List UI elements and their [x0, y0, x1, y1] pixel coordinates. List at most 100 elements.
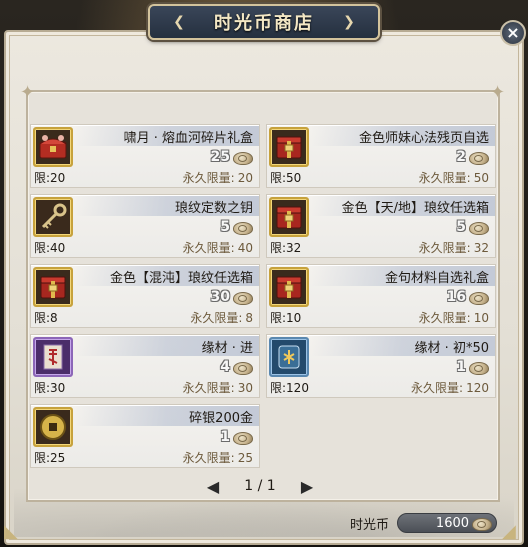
item-permanent-limit: 永久限量: 20 [183, 169, 253, 186]
item-price-value: 4 [220, 359, 230, 375]
prev-page-button[interactable]: ◀ [205, 477, 221, 496]
time-coin-icon [469, 290, 489, 305]
permanent-limit-value: 120 [466, 381, 489, 395]
shop-item[interactable]: 金色师妹心法残页自选 2 限:50 永久限量: 50 [266, 124, 496, 188]
item-price-value: 2 [456, 149, 466, 165]
item-price: 4 [220, 357, 253, 377]
shop-item[interactable]: 缘材 · 初*50 1 限:120 永久限量: 120 [266, 334, 496, 398]
close-button[interactable]: × [500, 20, 526, 46]
permanent-limit-label: 永久限量: [182, 241, 235, 255]
item-limit: 限:50 [270, 171, 302, 185]
shop-item[interactable]: 琅纹定数之钥 5 限:40 永久限量: 40 [30, 194, 260, 258]
permanent-limit-label: 永久限量: [182, 381, 235, 395]
title-banner: ❮ 时光币商店 ❯ [148, 0, 380, 44]
currency-value: 1600 [435, 515, 470, 531]
currency-balance: 时光币 1600 [350, 512, 498, 534]
item-name: 缘材 · 初*50 [414, 341, 489, 356]
item-price-value: 5 [220, 219, 230, 235]
item-price-value: 1 [456, 359, 466, 375]
permanent-limit-label: 永久限量: [411, 381, 464, 395]
permanent-limit-value: 30 [237, 381, 253, 395]
shop-item[interactable]: 金色【混沌】琅纹任选箱 30 限:8 永久限量: 8 [30, 264, 260, 328]
permanent-limit-label: 永久限量: [190, 311, 243, 325]
permanent-limit-label: 永久限量: [182, 171, 235, 185]
currency-bar: 1600 [397, 513, 498, 533]
time-coin-icon [469, 220, 489, 235]
item-permanent-limit: 永久限量: 32 [419, 239, 489, 256]
shop-item[interactable]: 啸月 · 熔血河碎片礼盒 25 限:20 永久限量: 20 [30, 124, 260, 188]
item-price-value: 16 [446, 289, 466, 305]
item-price: 2 [456, 147, 489, 167]
item-price-value: 1 [220, 429, 230, 445]
item-price-value: 25 [210, 149, 230, 165]
time-coin-icon [469, 360, 489, 375]
permanent-limit-value: 50 [473, 171, 489, 185]
red-chest-icon[interactable] [33, 127, 73, 167]
title-ornament-right-icon: ❯ [343, 14, 355, 30]
time-coin-icon [233, 290, 253, 305]
item-limit: 限:32 [270, 241, 302, 255]
permanent-limit-label: 永久限量: [418, 311, 471, 325]
permanent-limit-value: 20 [237, 171, 253, 185]
item-name: 琅纹定数之钥 [174, 201, 253, 216]
pagination: ◀ 1 / 1 ▶ [205, 476, 315, 496]
corner-ornament-icon: ✦ [490, 82, 506, 103]
title-ornament-left-icon: ❮ [173, 14, 185, 30]
item-name: 金色【天/地】琅纹任选箱 [341, 201, 489, 216]
item-limit: 限:30 [34, 381, 66, 395]
item-price: 16 [447, 287, 489, 307]
red-box-icon[interactable] [269, 127, 309, 167]
shop-item[interactable]: 金色【天/地】琅纹任选箱 5 限:32 永久限量: 32 [266, 194, 496, 258]
permanent-limit-label: 永久限量: [418, 241, 471, 255]
item-limit: 限:120 [270, 381, 309, 395]
item-price: 5 [220, 217, 253, 237]
permanent-limit-value: 32 [473, 241, 489, 255]
item-limit: 限:25 [34, 451, 66, 465]
close-icon: × [506, 23, 520, 42]
fan-ornament-icon: ◣ [4, 521, 18, 542]
currency-label: 时光币 [350, 517, 390, 533]
page-indicator: 1 / 1 [244, 478, 276, 494]
time-coin-icon [233, 220, 253, 235]
shop-item[interactable]: 缘材 · 进 4 限:30 永久限量: 30 [30, 334, 260, 398]
item-price-value: 30 [210, 289, 230, 305]
corner-ornament-icon: ✦ [20, 82, 36, 103]
item-price-value: 5 [456, 219, 466, 235]
item-name: 金色师妹心法残页自选 [358, 131, 489, 146]
item-permanent-limit: 永久限量: 8 [190, 309, 253, 326]
next-page-button[interactable]: ▶ [299, 477, 315, 496]
item-limit: 限:8 [34, 311, 58, 325]
item-permanent-limit: 永久限量: 10 [419, 309, 489, 326]
item-price: 30 [211, 287, 253, 307]
item-name: 缘材 · 进 [201, 341, 253, 356]
red-box-icon[interactable] [269, 267, 309, 307]
item-limit: 限:10 [270, 311, 302, 325]
shop-item[interactable]: 金句材料自选礼盒 16 限:10 永久限量: 10 [266, 264, 496, 328]
item-name: 金句材料自选礼盒 [384, 271, 489, 286]
time-coin-icon [469, 150, 489, 165]
time-coin-icon [472, 516, 493, 531]
key-icon[interactable] [33, 197, 73, 237]
permanent-limit-label: 永久限量: [418, 171, 471, 185]
item-name: 啸月 · 熔血河碎片礼盒 [123, 131, 253, 146]
permanent-limit-value: 10 [473, 311, 489, 325]
item-name: 碎银200金 [189, 411, 253, 426]
coin-silver-icon[interactable] [33, 407, 73, 447]
item-permanent-limit: 永久限量: 40 [183, 239, 253, 256]
permanent-limit-value: 8 [245, 311, 253, 325]
rune-icon[interactable] [269, 337, 309, 377]
red-box-icon[interactable] [33, 267, 73, 307]
item-limit: 限:20 [34, 171, 66, 185]
talisman-icon[interactable] [33, 337, 73, 377]
item-limit: 限:40 [34, 241, 66, 255]
item-name: 金色【混沌】琅纹任选箱 [109, 271, 253, 286]
time-coin-icon [233, 430, 253, 445]
item-permanent-limit: 永久限量: 25 [183, 449, 253, 466]
fan-ornament-icon: ◢ [502, 521, 516, 542]
item-price: 1 [220, 427, 253, 447]
item-permanent-limit: 永久限量: 30 [183, 379, 253, 396]
red-box-icon[interactable] [269, 197, 309, 237]
item-permanent-limit: 永久限量: 50 [419, 169, 489, 186]
permanent-limit-value: 40 [237, 241, 253, 255]
shop-item[interactable]: 碎银200金 1 限:25 永久限量: 25 [30, 404, 260, 468]
